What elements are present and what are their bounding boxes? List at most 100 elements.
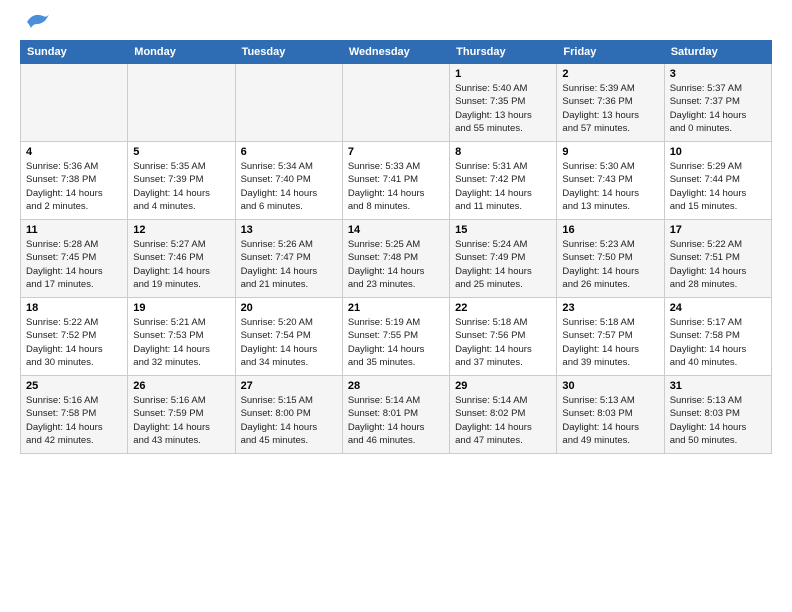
header (20, 16, 772, 32)
day-cell (21, 64, 128, 142)
day-info: Sunrise: 5:28 AM Sunset: 7:45 PM Dayligh… (26, 238, 122, 291)
day-number: 7 (348, 146, 444, 158)
logo (20, 16, 51, 32)
day-cell: 16 Sunrise: 5:23 AM Sunset: 7:50 PM Dayli… (557, 220, 664, 298)
day-info: Sunrise: 5:25 AM Sunset: 7:48 PM Dayligh… (348, 238, 444, 291)
day-info: Sunrise: 5:18 AM Sunset: 7:57 PM Dayligh… (562, 316, 658, 369)
col-header-sunday: Sunday (21, 41, 128, 64)
day-info: Sunrise: 5:22 AM Sunset: 7:51 PM Dayligh… (670, 238, 766, 291)
day-number: 18 (26, 302, 122, 314)
day-info: Sunrise: 5:29 AM Sunset: 7:44 PM Dayligh… (670, 160, 766, 213)
day-info: Sunrise: 5:30 AM Sunset: 7:43 PM Dayligh… (562, 160, 658, 213)
day-number: 13 (241, 224, 337, 236)
day-cell: 25 Sunrise: 5:16 AM Sunset: 7:58 PM Dayli… (21, 376, 128, 454)
day-number: 30 (562, 380, 658, 392)
day-number: 15 (455, 224, 551, 236)
col-header-tuesday: Tuesday (235, 41, 342, 64)
day-info: Sunrise: 5:27 AM Sunset: 7:46 PM Dayligh… (133, 238, 229, 291)
day-number: 19 (133, 302, 229, 314)
day-cell: 31 Sunrise: 5:13 AM Sunset: 8:03 PM Dayli… (664, 376, 771, 454)
day-cell: 20 Sunrise: 5:20 AM Sunset: 7:54 PM Dayli… (235, 298, 342, 376)
day-info: Sunrise: 5:39 AM Sunset: 7:36 PM Dayligh… (562, 82, 658, 135)
day-number: 6 (241, 146, 337, 158)
day-info: Sunrise: 5:13 AM Sunset: 8:03 PM Dayligh… (562, 394, 658, 447)
day-number: 29 (455, 380, 551, 392)
day-number: 10 (670, 146, 766, 158)
day-info: Sunrise: 5:16 AM Sunset: 7:58 PM Dayligh… (26, 394, 122, 447)
day-number: 8 (455, 146, 551, 158)
day-number: 27 (241, 380, 337, 392)
day-cell: 10 Sunrise: 5:29 AM Sunset: 7:44 PM Dayli… (664, 142, 771, 220)
day-number: 4 (26, 146, 122, 158)
day-info: Sunrise: 5:20 AM Sunset: 7:54 PM Dayligh… (241, 316, 337, 369)
header-row: SundayMondayTuesdayWednesdayThursdayFrid… (21, 41, 772, 64)
day-info: Sunrise: 5:40 AM Sunset: 7:35 PM Dayligh… (455, 82, 551, 135)
day-info: Sunrise: 5:24 AM Sunset: 7:49 PM Dayligh… (455, 238, 551, 291)
day-info: Sunrise: 5:19 AM Sunset: 7:55 PM Dayligh… (348, 316, 444, 369)
day-cell: 17 Sunrise: 5:22 AM Sunset: 7:51 PM Dayli… (664, 220, 771, 298)
day-cell: 18Sunrise: 5:22 AM Sunset: 7:52 PM Dayli… (21, 298, 128, 376)
day-info: Sunrise: 5:15 AM Sunset: 8:00 PM Dayligh… (241, 394, 337, 447)
day-number: 25 (26, 380, 122, 392)
logo-icon (23, 10, 51, 32)
day-number: 24 (670, 302, 766, 314)
week-row-4: 18Sunrise: 5:22 AM Sunset: 7:52 PM Dayli… (21, 298, 772, 376)
day-number: 23 (562, 302, 658, 314)
day-number: 16 (562, 224, 658, 236)
day-cell: 4 Sunrise: 5:36 AM Sunset: 7:38 PM Daylig… (21, 142, 128, 220)
day-number: 12 (133, 224, 229, 236)
day-cell: 1 Sunrise: 5:40 AM Sunset: 7:35 PM Daylig… (450, 64, 557, 142)
week-row-5: 25 Sunrise: 5:16 AM Sunset: 7:58 PM Dayli… (21, 376, 772, 454)
day-cell: 19 Sunrise: 5:21 AM Sunset: 7:53 PM Dayli… (128, 298, 235, 376)
day-cell: 27 Sunrise: 5:15 AM Sunset: 8:00 PM Dayli… (235, 376, 342, 454)
day-info: Sunrise: 5:36 AM Sunset: 7:38 PM Dayligh… (26, 160, 122, 213)
day-info: Sunrise: 5:37 AM Sunset: 7:37 PM Dayligh… (670, 82, 766, 135)
day-cell: 7 Sunrise: 5:33 AM Sunset: 7:41 PM Daylig… (342, 142, 449, 220)
day-info: Sunrise: 5:35 AM Sunset: 7:39 PM Dayligh… (133, 160, 229, 213)
day-cell (128, 64, 235, 142)
day-cell: 28Sunrise: 5:14 AM Sunset: 8:01 PM Dayli… (342, 376, 449, 454)
day-info: Sunrise: 5:14 AM Sunset: 8:01 PM Dayligh… (348, 394, 444, 447)
day-info: Sunrise: 5:17 AM Sunset: 7:58 PM Dayligh… (670, 316, 766, 369)
day-number: 3 (670, 68, 766, 80)
col-header-thursday: Thursday (450, 41, 557, 64)
day-info: Sunrise: 5:23 AM Sunset: 7:50 PM Dayligh… (562, 238, 658, 291)
day-cell: 23 Sunrise: 5:18 AM Sunset: 7:57 PM Dayli… (557, 298, 664, 376)
day-number: 20 (241, 302, 337, 314)
day-info: Sunrise: 5:14 AM Sunset: 8:02 PM Dayligh… (455, 394, 551, 447)
page: SundayMondayTuesdayWednesdayThursdayFrid… (0, 0, 792, 612)
day-cell: 30 Sunrise: 5:13 AM Sunset: 8:03 PM Dayli… (557, 376, 664, 454)
day-cell: 14 Sunrise: 5:25 AM Sunset: 7:48 PM Dayli… (342, 220, 449, 298)
day-info: Sunrise: 5:16 AM Sunset: 7:59 PM Dayligh… (133, 394, 229, 447)
col-header-monday: Monday (128, 41, 235, 64)
day-number: 21 (348, 302, 444, 314)
day-number: 1 (455, 68, 551, 80)
day-cell: 2 Sunrise: 5:39 AM Sunset: 7:36 PM Daylig… (557, 64, 664, 142)
week-row-1: 1 Sunrise: 5:40 AM Sunset: 7:35 PM Daylig… (21, 64, 772, 142)
day-number: 2 (562, 68, 658, 80)
calendar-table: SundayMondayTuesdayWednesdayThursdayFrid… (20, 40, 772, 454)
day-cell (342, 64, 449, 142)
day-info: Sunrise: 5:26 AM Sunset: 7:47 PM Dayligh… (241, 238, 337, 291)
day-info: Sunrise: 5:34 AM Sunset: 7:40 PM Dayligh… (241, 160, 337, 213)
week-row-2: 4 Sunrise: 5:36 AM Sunset: 7:38 PM Daylig… (21, 142, 772, 220)
day-info: Sunrise: 5:33 AM Sunset: 7:41 PM Dayligh… (348, 160, 444, 213)
col-header-friday: Friday (557, 41, 664, 64)
day-number: 14 (348, 224, 444, 236)
day-info: Sunrise: 5:21 AM Sunset: 7:53 PM Dayligh… (133, 316, 229, 369)
day-info: Sunrise: 5:13 AM Sunset: 8:03 PM Dayligh… (670, 394, 766, 447)
day-number: 22 (455, 302, 551, 314)
day-info: Sunrise: 5:18 AM Sunset: 7:56 PM Dayligh… (455, 316, 551, 369)
col-header-wednesday: Wednesday (342, 41, 449, 64)
day-number: 31 (670, 380, 766, 392)
day-cell: 6 Sunrise: 5:34 AM Sunset: 7:40 PM Daylig… (235, 142, 342, 220)
day-cell: 22 Sunrise: 5:18 AM Sunset: 7:56 PM Dayli… (450, 298, 557, 376)
day-number: 9 (562, 146, 658, 158)
day-number: 5 (133, 146, 229, 158)
day-cell: 8Sunrise: 5:31 AM Sunset: 7:42 PM Daylig… (450, 142, 557, 220)
day-cell: 13 Sunrise: 5:26 AM Sunset: 7:47 PM Dayli… (235, 220, 342, 298)
day-cell: 24 Sunrise: 5:17 AM Sunset: 7:58 PM Dayli… (664, 298, 771, 376)
day-number: 17 (670, 224, 766, 236)
day-cell: 9 Sunrise: 5:30 AM Sunset: 7:43 PM Daylig… (557, 142, 664, 220)
day-number: 11 (26, 224, 122, 236)
